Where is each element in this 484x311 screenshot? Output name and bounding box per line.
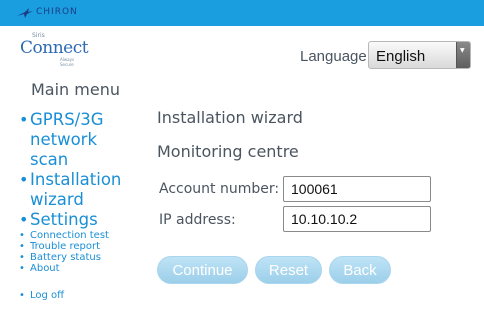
bullet-icon: • (19, 170, 29, 189)
language-select[interactable]: English ▼ (368, 41, 471, 69)
ip-address-label: IP address: (159, 212, 236, 228)
chiron-bird-logo-icon (17, 8, 33, 18)
continue-button[interactable]: Continue (157, 256, 248, 284)
menu-item-trouble-report[interactable]: • Trouble report (17, 241, 147, 252)
menu-item-label: About (30, 263, 60, 274)
section-title: Monitoring centre (157, 142, 299, 161)
menu-item-label: Log off (30, 290, 65, 301)
menu-item-label: Connection test (30, 230, 109, 241)
app-logo-name: Connect (20, 38, 89, 58)
menu-item-label: network (30, 130, 98, 149)
app-logo-tagline: Always Secure (60, 57, 75, 67)
app-logo: Siris Connect Always Secure (20, 32, 89, 67)
menu-item-label: Trouble report (30, 241, 100, 252)
bullet-icon: • (19, 290, 25, 301)
menu-item-settings[interactable]: • Settings (17, 210, 147, 230)
top-bar: CHIRON (0, 0, 484, 26)
menu-item-battery-status[interactable]: • Battery status (17, 252, 147, 263)
menu-item-installation-wizard[interactable]: • Installation wizard (17, 170, 147, 210)
header: Siris Connect Always Secure Language: En… (0, 26, 484, 76)
menu-item-label: Battery status (30, 252, 101, 263)
page-title: Installation wizard (157, 108, 303, 127)
reset-button[interactable]: Reset (255, 256, 322, 284)
main-menu-title: Main menu (31, 80, 120, 99)
menu-item-label: wizard (30, 190, 84, 209)
bullet-icon: • (19, 252, 25, 263)
account-number-field[interactable]: 100061 (283, 176, 431, 202)
menu-item-label: Settings (30, 210, 98, 229)
menu-item-network-scan[interactable]: • GPRS/3G network scan (17, 110, 147, 170)
ip-address-field[interactable]: 10.10.10.2 (283, 206, 431, 232)
dropdown-arrow-icon[interactable]: ▼ (456, 42, 470, 68)
menu-item-label: GPRS/3G (30, 110, 104, 129)
menu-item-label: Installation (30, 170, 122, 189)
brand-name: CHIRON (36, 7, 78, 17)
bullet-icon: • (19, 263, 25, 274)
bullet-icon: • (19, 230, 25, 241)
bullet-icon: • (19, 241, 25, 252)
bullet-icon: • (19, 210, 29, 229)
menu-item-label: scan (30, 150, 69, 169)
back-button[interactable]: Back (329, 256, 391, 284)
menu-item-log-off[interactable]: • Log off (17, 290, 147, 301)
menu-item-connection-test[interactable]: • Connection test (17, 230, 147, 241)
language-label: Language: (300, 48, 371, 65)
bullet-icon: • (19, 110, 29, 129)
account-number-label: Account number: (159, 181, 280, 197)
main-menu: • GPRS/3G network scan • Installation wi… (17, 110, 147, 301)
language-select-value: English (376, 48, 426, 65)
menu-item-about[interactable]: • About (17, 263, 147, 274)
